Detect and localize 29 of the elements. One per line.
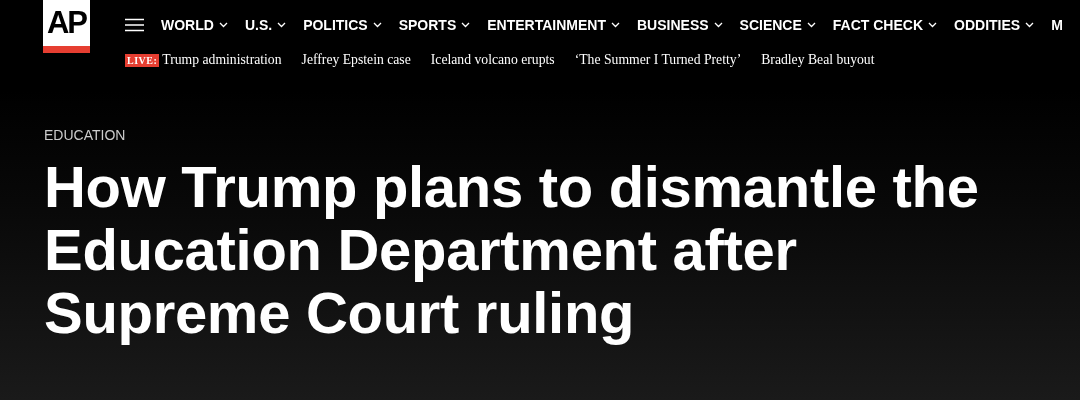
- chevron-icon: [461, 22, 471, 28]
- live-badge: LIVE:: [125, 53, 160, 67]
- headline: How Trump plans to dismantle the Education Department after Supreme Court ruling: [44, 155, 980, 344]
- nav-item[interactable]: ODDITIES: [954, 17, 1035, 33]
- chevron-icon: [713, 22, 723, 28]
- nav-item[interactable]: SPORTS: [398, 17, 471, 33]
- nav-item[interactable]: ENTERTAINMENT: [487, 17, 620, 33]
- chevron-icon: [218, 22, 228, 28]
- chevron-icon: [611, 22, 620, 28]
- chevron-icon: [372, 22, 382, 28]
- trending-link[interactable]: Jeffrey Epstein case: [301, 52, 411, 68]
- trending-link[interactable]: Trump administration: [162, 52, 282, 68]
- chevron-icon: [928, 22, 938, 28]
- nav-item[interactable]: POLITICS: [303, 17, 382, 33]
- trending-link[interactable]: Iceland volcano erupts: [430, 52, 555, 68]
- menu-icon[interactable]: [125, 18, 144, 32]
- trending-link[interactable]: ‘The Summer I Turned Pretty’: [574, 52, 742, 68]
- nav-item[interactable]: FACT CHECK: [832, 17, 938, 33]
- section-label: EDUCATION: [44, 127, 127, 143]
- chevron-icon: [806, 22, 816, 28]
- nav-item[interactable]: BUSINESS: [637, 17, 723, 33]
- chevron-icon: [1025, 22, 1035, 28]
- nav-item[interactable]: WORLD: [161, 17, 228, 33]
- nav-item[interactable]: U.S.: [244, 17, 287, 33]
- trending-link[interactable]: Bradley Beal buyout: [761, 52, 875, 68]
- nav-item[interactable]: SCIENCE: [739, 17, 816, 33]
- chevron-icon: [277, 22, 287, 28]
- nav-item[interactable]: M: [1051, 17, 1063, 33]
- logo[interactable]: AP: [43, 0, 90, 53]
